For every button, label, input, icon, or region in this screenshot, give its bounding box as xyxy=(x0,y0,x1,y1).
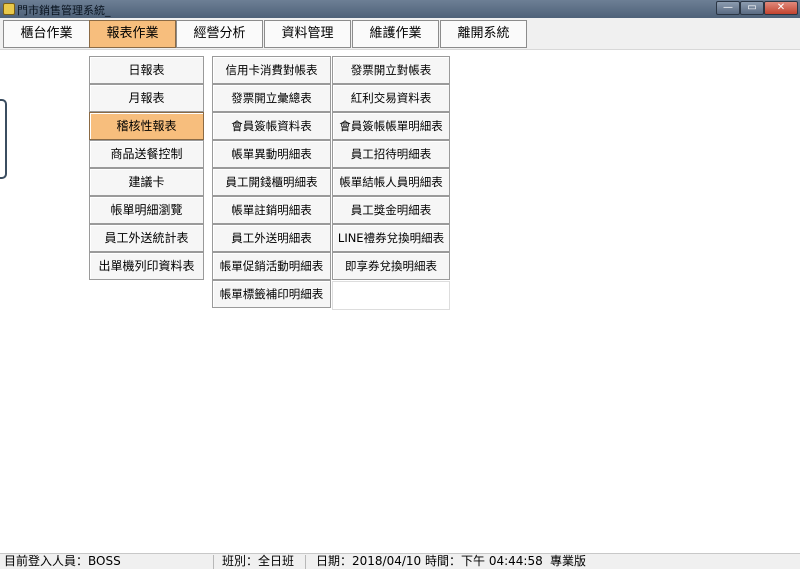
submenu-bill-detail-browse[interactable]: 帳單明細瀏覽 xyxy=(89,196,204,224)
menu-business-analysis[interactable]: 經營分析 xyxy=(176,20,263,48)
menu-exit-system[interactable]: 離開系統 xyxy=(440,20,527,48)
status-bar: 目前登入人員：BOSS 班別：全日班 日期：2018/04/10 時間：下午 0… xyxy=(0,553,800,569)
status-shift: 班別：全日班 xyxy=(222,554,295,568)
report-member-credit-bill-detail[interactable]: 會員簽帳帳單明細表 xyxy=(332,112,450,140)
close-button[interactable]: ✕ xyxy=(764,1,798,15)
app-icon xyxy=(3,3,15,15)
report-line-voucher-detail[interactable]: LINE禮券兌換明細表 xyxy=(332,224,450,252)
title-bar: 門市銷售管理系統_ — ▭ ✕ xyxy=(0,0,800,18)
report-staff-bonus-detail[interactable]: 員工獎金明細表 xyxy=(332,196,450,224)
main-menu-bar: 櫃台作業 報表作業 經營分析 資料管理 維護作業 離開系統 xyxy=(0,18,800,50)
report-staff-delivery-detail[interactable]: 員工外送明細表 xyxy=(212,224,331,252)
report-instant-voucher-detail[interactable]: 即享券兌換明細表 xyxy=(332,252,450,280)
side-panel-edge xyxy=(0,99,7,179)
maximize-button[interactable]: ▭ xyxy=(740,1,764,15)
status-time: 時間：下午 04:44:58 xyxy=(425,554,543,568)
status-separator xyxy=(213,555,214,569)
status-date: 日期：2018/04/10 xyxy=(316,554,422,568)
status-login-user: 目前登入人員：BOSS xyxy=(4,554,121,568)
report-staff-treat-detail[interactable]: 員工招待明細表 xyxy=(332,140,450,168)
minimize-button[interactable]: — xyxy=(716,1,740,15)
report-invoice-reconciliation[interactable]: 發票開立對帳表 xyxy=(332,56,450,84)
report-bill-void-detail[interactable]: 帳單註銷明細表 xyxy=(212,196,331,224)
submenu-meal-delivery-control[interactable]: 商品送餐控制 xyxy=(89,140,204,168)
menu-data-management[interactable]: 資料管理 xyxy=(264,20,351,48)
menu-maintenance[interactable]: 維護作業 xyxy=(352,20,439,48)
submenu-audit-report[interactable]: 稽核性報表 xyxy=(89,112,204,140)
menu-report-operations[interactable]: 報表作業 xyxy=(89,20,176,48)
status-edition: 專業版 xyxy=(550,554,587,568)
submenu-staff-delivery-stats[interactable]: 員工外送統計表 xyxy=(89,224,204,252)
report-member-credit-data[interactable]: 會員簽帳資料表 xyxy=(212,112,331,140)
empty-menu-cell xyxy=(332,281,450,310)
submenu-suggestion-card[interactable]: 建議卡 xyxy=(89,168,204,196)
submenu-daily-report[interactable]: 日報表 xyxy=(89,56,204,84)
menu-counter-operations[interactable]: 櫃台作業 xyxy=(3,20,90,48)
report-label-reprint-detail[interactable]: 帳單標籤補印明細表 xyxy=(212,280,331,308)
submenu-printer-data-table[interactable]: 出單機列印資料表 xyxy=(89,252,204,280)
report-promotion-detail[interactable]: 帳單促銷活動明細表 xyxy=(212,252,331,280)
submenu-monthly-report[interactable]: 月報表 xyxy=(89,84,204,112)
report-bill-change-detail[interactable]: 帳單異動明細表 xyxy=(212,140,331,168)
report-invoice-summary[interactable]: 發票開立彙總表 xyxy=(212,84,331,112)
report-cash-drawer-detail[interactable]: 員工開錢櫃明細表 xyxy=(212,168,331,196)
status-separator xyxy=(305,555,306,569)
report-bonus-transactions[interactable]: 紅利交易資料表 xyxy=(332,84,450,112)
window-title: 門市銷售管理系統_ xyxy=(17,4,111,17)
report-credit-card-reconciliation[interactable]: 信用卡消費對帳表 xyxy=(212,56,331,84)
report-checkout-staff-detail[interactable]: 帳單結帳人員明細表 xyxy=(332,168,450,196)
